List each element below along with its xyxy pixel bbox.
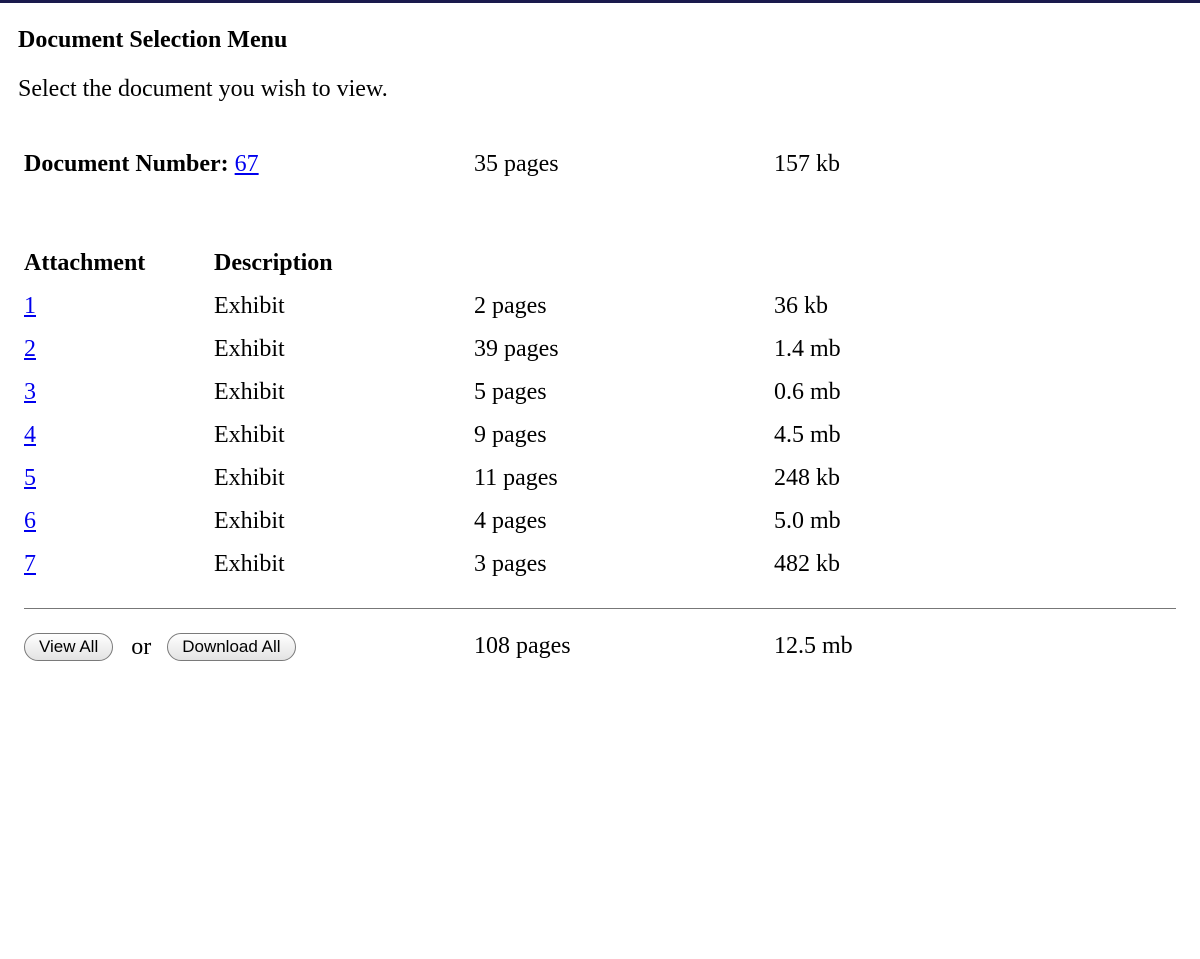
attachment-row: 5 Exhibit11 pages248 kb: [18, 457, 1182, 500]
col-header-description: Description: [208, 242, 468, 285]
or-text: or: [131, 634, 151, 661]
attachment-pages: 9 pages: [468, 414, 768, 457]
top-rule: [0, 0, 1200, 3]
document-size: 157 kb: [768, 143, 1182, 186]
attachment-link[interactable]: 4: [24, 422, 36, 448]
attachment-row: 6 Exhibit4 pages5.0 mb: [18, 500, 1182, 543]
attachment-description: Exhibit: [208, 457, 468, 500]
attachment-link[interactable]: 1: [24, 293, 36, 319]
attachment-row: 2 Exhibit39 pages1.4 mb: [18, 328, 1182, 371]
document-pages: 35 pages: [468, 143, 768, 186]
divider: [24, 608, 1176, 609]
attachment-description: Exhibit: [208, 543, 468, 586]
spacer: [18, 186, 1182, 242]
attachments-body: 1Exhibit2 pages36 kb2Exhibit39 pages1.4 …: [18, 285, 1182, 586]
download-all-button[interactable]: Download All: [167, 633, 295, 661]
attachment-row: 7 Exhibit3 pages482 kb: [18, 543, 1182, 586]
attachment-size: 1.4 mb: [768, 328, 1182, 371]
attachment-size: 248 kb: [768, 457, 1182, 500]
total-pages: 108 pages: [468, 625, 768, 669]
attachment-link[interactable]: 7: [24, 551, 36, 577]
attachment-link[interactable]: 2: [24, 336, 36, 362]
col-header-attachment: Attachment: [18, 242, 208, 285]
attachment-pages: 39 pages: [468, 328, 768, 371]
attachment-description: Exhibit: [208, 414, 468, 457]
attachments-header-row: Attachment Description: [18, 242, 1182, 285]
divider-row: [18, 586, 1182, 625]
total-size: 12.5 mb: [768, 625, 1182, 669]
attachment-size: 482 kb: [768, 543, 1182, 586]
attachment-pages: 4 pages: [468, 500, 768, 543]
document-table: Document Number: 67 35 pages 157 kb Atta…: [18, 143, 1182, 669]
attachment-row: 3 Exhibit5 pages0.6 mb: [18, 371, 1182, 414]
totals-row: View All or Download All 108 pages 12.5 …: [18, 625, 1182, 669]
attachment-pages: 3 pages: [468, 543, 768, 586]
attachment-row: 4 Exhibit9 pages4.5 mb: [18, 414, 1182, 457]
instruction-text: Select the document you wish to view.: [18, 76, 1182, 103]
attachment-size: 5.0 mb: [768, 500, 1182, 543]
attachment-size: 0.6 mb: [768, 371, 1182, 414]
attachment-description: Exhibit: [208, 285, 468, 328]
attachment-size: 4.5 mb: [768, 414, 1182, 457]
document-number-link[interactable]: 67: [235, 151, 259, 177]
attachment-size: 36 kb: [768, 285, 1182, 328]
attachment-link[interactable]: 5: [24, 465, 36, 491]
attachment-link[interactable]: 6: [24, 508, 36, 534]
document-row: Document Number: 67 35 pages 157 kb: [18, 143, 1182, 186]
document-number-label: Document Number:: [24, 151, 229, 177]
attachment-pages: 5 pages: [468, 371, 768, 414]
page-title: Document Selection Menu: [18, 27, 1182, 54]
attachment-description: Exhibit: [208, 371, 468, 414]
attachment-link[interactable]: 3: [24, 379, 36, 405]
attachment-description: Exhibit: [208, 500, 468, 543]
attachment-pages: 11 pages: [468, 457, 768, 500]
view-all-button[interactable]: View All: [24, 633, 113, 661]
attachment-row: 1 Exhibit2 pages36 kb: [18, 285, 1182, 328]
attachment-pages: 2 pages: [468, 285, 768, 328]
attachment-description: Exhibit: [208, 328, 468, 371]
